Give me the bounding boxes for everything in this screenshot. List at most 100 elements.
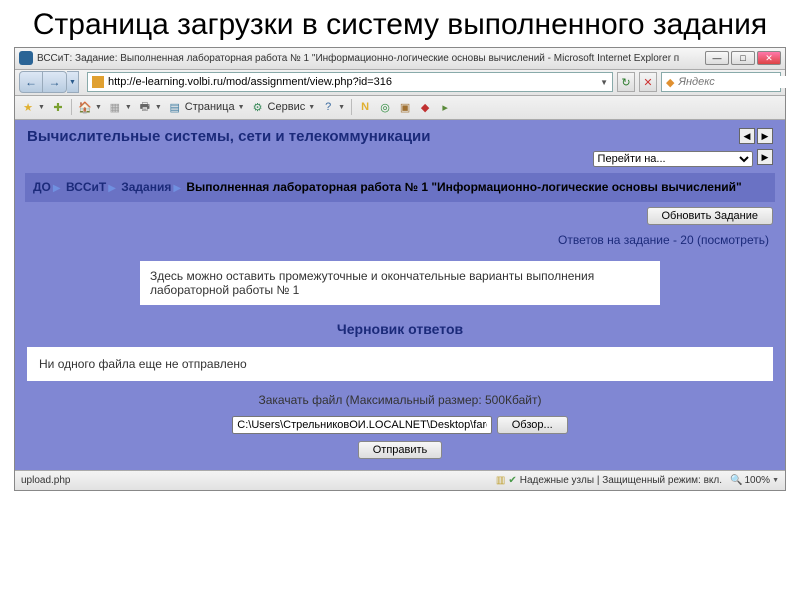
url-input[interactable] — [108, 76, 596, 88]
answers-link[interactable]: Ответов на задание - 20 (посмотреть) — [558, 233, 769, 247]
slide-title: Страница загрузки в систему выполненного… — [0, 0, 800, 47]
browse-button[interactable]: Обзор... — [497, 416, 568, 434]
chevron-down-icon: ▼ — [338, 104, 345, 111]
page-info-icon: ▥ — [496, 475, 505, 486]
chevron-down-icon: ▼ — [238, 104, 245, 111]
course-title: Вычислительные системы, сети и телекомму… — [27, 128, 739, 145]
breadcrumb-current: Выполненная лабораторная работа № 1 "Инф… — [186, 180, 741, 194]
favicon-icon — [19, 51, 33, 65]
chevron-down-icon: ▼ — [95, 104, 102, 111]
tools-menu[interactable]: ⚙Сервис ▼ — [251, 100, 316, 114]
triangle-right-icon: ▶ — [108, 183, 116, 194]
feeds-button[interactable]: ▦▼ — [108, 100, 132, 114]
submit-button[interactable]: Отправить — [358, 441, 443, 459]
file-path-input[interactable] — [232, 416, 492, 434]
home-button[interactable]: 🏠▼ — [78, 100, 102, 114]
chevron-down-icon: ▼ — [308, 104, 315, 111]
back-button[interactable]: ← — [19, 71, 43, 93]
window-title: ВССиТ: Задание: Выполненная лабораторная… — [37, 53, 705, 64]
zoom-icon: 🔍 — [730, 475, 742, 486]
window-titlebar: ВССиТ: Задание: Выполненная лабораторная… — [15, 48, 785, 70]
breadcrumb-section[interactable]: Задания — [121, 180, 171, 194]
browser-window: ВССиТ: Задание: Выполненная лабораторная… — [14, 47, 786, 491]
jump-go-button[interactable]: ▶ — [757, 149, 773, 165]
url-dropdown-icon[interactable]: ▼ — [600, 78, 608, 87]
address-bar: ← → ▼ ▼ ↻ ✕ ◆ 🔍 — [15, 70, 785, 96]
header-nav: ◀ ▶ — [739, 128, 773, 144]
star-plus-icon: ✚ — [51, 100, 65, 114]
chevron-down-icon: ▼ — [125, 104, 132, 111]
url-field-container[interactable]: ▼ — [87, 72, 613, 92]
refresh-button[interactable]: ↻ — [617, 72, 635, 92]
forward-button[interactable]: → — [43, 71, 67, 93]
update-assignment-button[interactable]: Обновить Задание — [647, 207, 774, 225]
window-controls: — □ ✕ — [705, 51, 781, 65]
jump-menu[interactable]: Перейти на... — [593, 151, 753, 167]
nav-buttons: ← → ▼ — [19, 71, 79, 93]
home-icon: 🏠 — [78, 100, 92, 114]
norton-icon: N — [358, 100, 372, 114]
ext-icon-2[interactable]: ◎ — [378, 100, 392, 114]
search-provider-icon: ◆ — [666, 76, 674, 89]
page-icon: ▤ — [168, 100, 182, 114]
print-icon: 🖶 — [138, 100, 152, 114]
maximize-button[interactable]: □ — [731, 51, 755, 65]
status-left: upload.php — [21, 475, 71, 486]
command-bar: ★▼ ✚ 🏠▼ ▦▼ 🖶▼ ▤Страница ▼ ⚙Сервис ▼ ?▼ N… — [15, 96, 785, 120]
close-button[interactable]: ✕ — [757, 51, 781, 65]
search-box[interactable]: ◆ 🔍 — [661, 72, 781, 92]
triangle-right-icon: ▶ — [173, 183, 181, 194]
chevron-down-icon: ▼ — [155, 104, 162, 111]
chevron-down-icon: ▼ — [772, 477, 779, 484]
security-text: Надежные узлы | Защищенный режим: вкл. — [520, 475, 722, 486]
search-input[interactable] — [678, 76, 800, 88]
ext-icon-4[interactable]: ◆ — [418, 100, 432, 114]
status-security: ▥ ✔ Надежные узлы | Защищенный режим: вк… — [496, 475, 722, 486]
nav-history-dropdown[interactable]: ▼ — [67, 71, 79, 93]
favorites-button[interactable]: ★▼ — [21, 100, 45, 114]
ext-icon-3[interactable]: ▣ — [398, 100, 412, 114]
warn-icon: ◆ — [418, 100, 432, 114]
ext-icon-5[interactable]: ▸ — [438, 100, 452, 114]
separator — [71, 99, 72, 115]
upload-label: Закачать файл (Максимальный размер: 500К… — [15, 381, 785, 413]
ext-icon-1[interactable]: N — [358, 100, 372, 114]
print-button[interactable]: 🖶▼ — [138, 100, 162, 114]
page-content: Вычислительные системы, сети и телекомму… — [15, 120, 785, 470]
jump-menu-row: Перейти на... ▶ — [15, 147, 785, 173]
star-icon: ★ — [21, 100, 35, 114]
answers-link-row: Ответов на задание - 20 (посмотреть) — [15, 229, 785, 257]
flag-icon: ▸ — [438, 100, 452, 114]
help-button[interactable]: ?▼ — [321, 100, 345, 114]
add-favorite-button[interactable]: ✚ — [51, 100, 65, 114]
minimize-button[interactable]: — — [705, 51, 729, 65]
page-header: Вычислительные системы, сети и телекомму… — [15, 120, 785, 147]
file-status: Ни одного файла еще не отправлено — [27, 347, 773, 381]
chevron-down-icon: ▼ — [38, 104, 45, 111]
stop-button[interactable]: ✕ — [639, 72, 657, 92]
page-menu[interactable]: ▤Страница ▼ — [168, 100, 245, 114]
feed-icon: ▦ — [108, 100, 122, 114]
update-row: Обновить Задание — [15, 202, 785, 229]
submit-row: Отправить — [15, 436, 785, 469]
status-bar: upload.php ▥ ✔ Надежные узлы | Защищенны… — [15, 470, 785, 490]
hdr-next-button[interactable]: ▶ — [757, 128, 773, 144]
site-icon — [92, 76, 104, 88]
tools-menu-label: Сервис — [268, 101, 306, 113]
breadcrumb: ДО▶ ВССиТ▶ Задания▶ Выполненная лаборато… — [25, 173, 775, 202]
zoom-value: 100% — [744, 475, 770, 486]
help-icon: ? — [321, 100, 335, 114]
gear-icon: ⚙ — [251, 100, 265, 114]
breadcrumb-course[interactable]: ВССиТ — [66, 180, 106, 194]
file-input-row: Обзор... — [15, 413, 785, 436]
zoom-control[interactable]: 🔍 100% ▼ — [730, 475, 779, 486]
badge-icon: ◎ — [378, 100, 392, 114]
hdr-prev-button[interactable]: ◀ — [739, 128, 755, 144]
separator — [351, 99, 352, 115]
assignment-note: Здесь можно оставить промежуточные и око… — [140, 261, 660, 305]
shield-icon: ✔ — [508, 475, 516, 486]
breadcrumb-do[interactable]: ДО — [33, 180, 51, 194]
page-menu-label: Страница — [185, 101, 235, 113]
triangle-right-icon: ▶ — [53, 183, 61, 194]
draft-heading: Черновик ответов — [15, 309, 785, 347]
